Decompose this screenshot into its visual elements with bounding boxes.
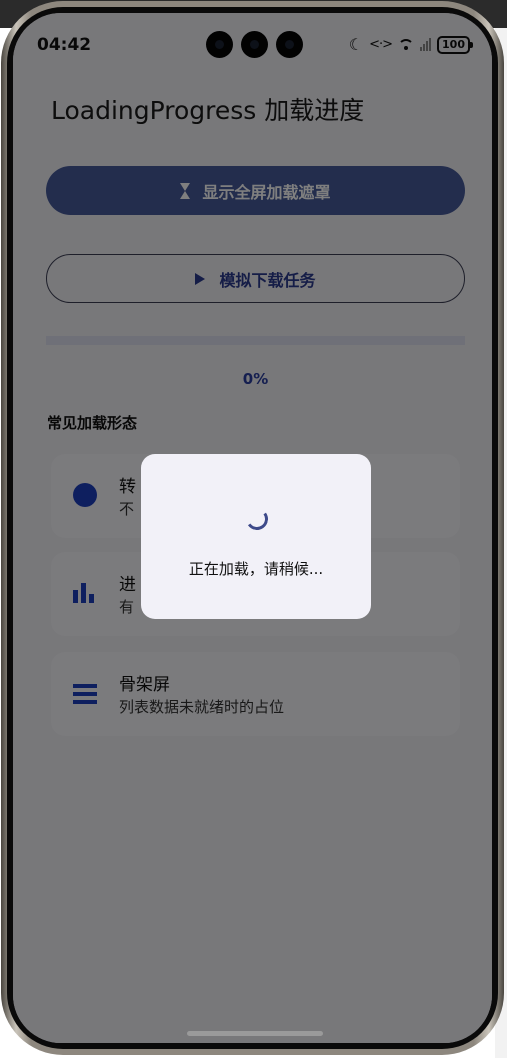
phone-bezel: 04:42 ☾ <·> 100 LoadingProgress 加载进度 显示全 (7, 7, 498, 1049)
loading-dialog: 正在加载，请稍候... (141, 454, 371, 619)
phone-screen: 04:42 ☾ <·> 100 LoadingProgress 加载进度 显示全 (13, 13, 492, 1043)
loading-spinner-icon (244, 506, 270, 532)
loading-dialog-text: 正在加载，请稍候... (188, 560, 324, 578)
home-indicator[interactable] (187, 1031, 323, 1036)
phone-frame: 04:42 ☾ <·> 100 LoadingProgress 加载进度 显示全 (1, 1, 504, 1055)
